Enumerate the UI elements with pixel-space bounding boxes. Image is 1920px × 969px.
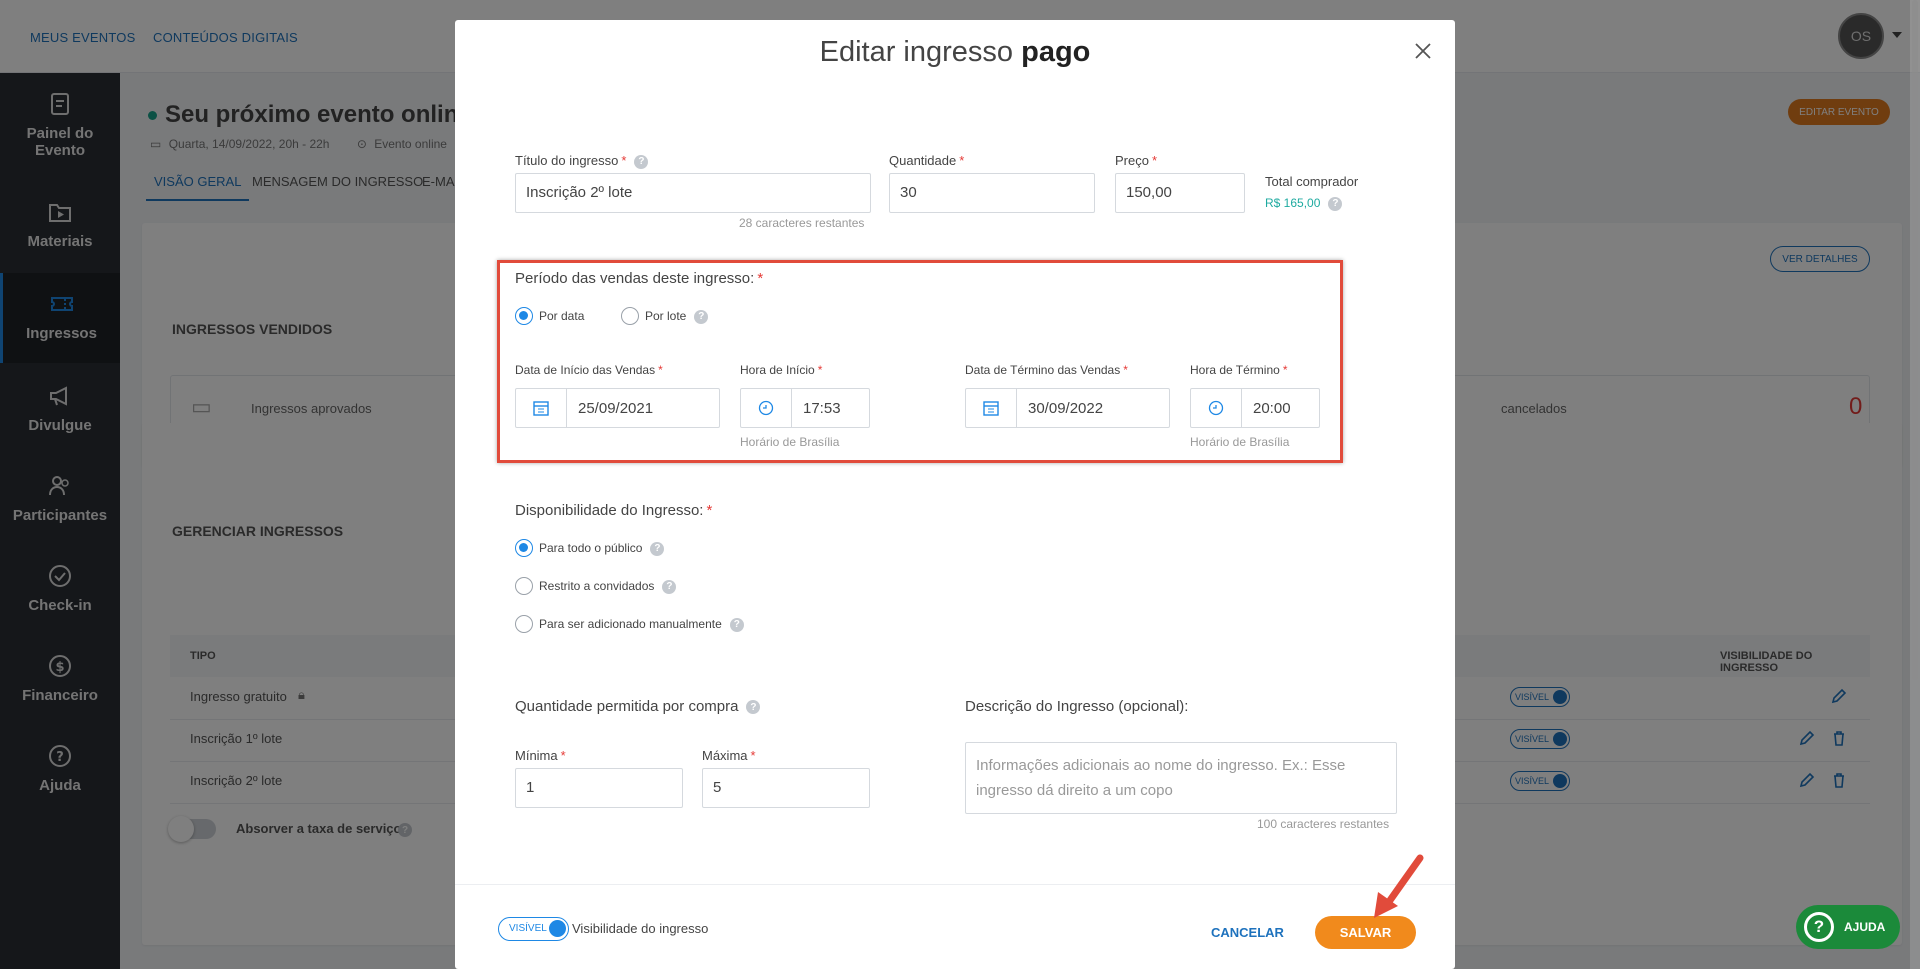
start-date-field[interactable]: 25/09/2021 <box>515 388 720 428</box>
calendar-icon[interactable] <box>516 389 567 427</box>
question-icon[interactable]: ? <box>650 541 665 556</box>
timezone-hint: Horário de Brasília <box>740 435 840 449</box>
ticket-title-label: Título do ingresso *? <box>515 153 649 169</box>
radio-manual[interactable] <box>515 615 533 633</box>
total-label: Total comprador <box>1265 174 1359 189</box>
question-icon[interactable]: ? <box>1328 196 1343 211</box>
question-icon[interactable]: ? <box>634 154 649 169</box>
radio-by-batch[interactable] <box>621 307 639 325</box>
description-chars-left: 100 caracteres restantes <box>1257 817 1390 831</box>
total-value: R$ 165,00? <box>1265 196 1343 211</box>
modal-title: Editar ingresso pago <box>819 36 1091 68</box>
ticket-title-input[interactable]: Inscrição 2º lote <box>515 173 871 213</box>
end-time-field[interactable]: 20:00 <box>1190 388 1320 428</box>
clock-icon[interactable] <box>741 389 792 427</box>
radio-by-batch-label: Por lote? <box>645 309 709 324</box>
end-date-field[interactable]: 30/09/2022 <box>965 388 1170 428</box>
quantity-label: Quantidade * <box>889 153 965 168</box>
end-date-value: 30/09/2022 <box>1028 400 1104 417</box>
chars-left-hint: 28 caracteres restantes <box>739 216 865 230</box>
price-input[interactable]: 150,00 <box>1115 173 1245 213</box>
radio-public-label: Para todo o público? <box>539 541 665 556</box>
timezone-hint: Horário de Brasília <box>1190 435 1290 449</box>
highlight-box <box>497 260 1343 463</box>
end-date-label: Data de Término das Vendas * <box>965 363 1128 377</box>
start-date-value: 25/09/2021 <box>578 400 654 417</box>
start-date-label: Data de Início das Vendas * <box>515 363 663 377</box>
scrollbar[interactable] <box>1910 0 1920 969</box>
radio-by-date-label: Por data <box>539 309 585 323</box>
end-time-label: Hora de Término * <box>1190 363 1288 377</box>
cancel-button[interactable]: CANCELAR <box>1211 925 1284 940</box>
visibility-label: Visibilidade do ingresso <box>572 921 709 936</box>
edit-ticket-modal: Editar ingresso pago Título do ingresso *… <box>455 20 1455 969</box>
close-icon[interactable] <box>1413 41 1433 61</box>
question-icon[interactable]: ? <box>694 309 709 324</box>
min-label: Mínima * <box>515 748 566 763</box>
start-time-label: Hora de Início * <box>740 363 823 377</box>
question-icon[interactable]: ? <box>662 579 677 594</box>
start-time-field[interactable]: 17:53 <box>740 388 870 428</box>
question-icon[interactable]: ? <box>729 617 744 632</box>
availability-label: Disponibilidade do Ingresso: * <box>515 502 713 519</box>
arrow-annotation <box>1374 854 1424 918</box>
clock-icon[interactable] <box>1191 389 1242 427</box>
description-textarea[interactable]: Informações adicionais ao nome do ingres… <box>965 742 1397 814</box>
help-icon: ? <box>1804 912 1834 942</box>
quantity-input[interactable]: 30 <box>889 173 1095 213</box>
footer-divider <box>455 884 1455 885</box>
radio-public[interactable] <box>515 539 533 557</box>
end-time-value: 20:00 <box>1253 400 1291 417</box>
radio-restricted[interactable] <box>515 577 533 595</box>
sales-period-label: Período das vendas deste ingresso: * <box>515 270 764 287</box>
description-label: Descrição do Ingresso (opcional): <box>965 698 1189 715</box>
visibility-toggle[interactable]: VISÍVEL <box>498 917 569 941</box>
help-button[interactable]: ? AJUDA <box>1796 905 1900 949</box>
price-label: Preço * <box>1115 153 1158 168</box>
calendar-icon[interactable] <box>966 389 1017 427</box>
max-label: Máxima * <box>702 748 756 763</box>
start-time-value: 17:53 <box>803 400 841 417</box>
max-input[interactable]: 5 <box>702 768 870 808</box>
save-button[interactable]: SALVAR <box>1315 916 1416 949</box>
radio-restricted-label: Restrito a convidados? <box>539 579 677 594</box>
question-icon[interactable]: ? <box>746 700 761 715</box>
qty-per-purchase-label: Quantidade permitida por compra? <box>515 698 761 715</box>
min-input[interactable]: 1 <box>515 768 683 808</box>
radio-by-date[interactable] <box>515 307 533 325</box>
radio-manual-label: Para ser adicionado manualmente? <box>539 617 744 632</box>
